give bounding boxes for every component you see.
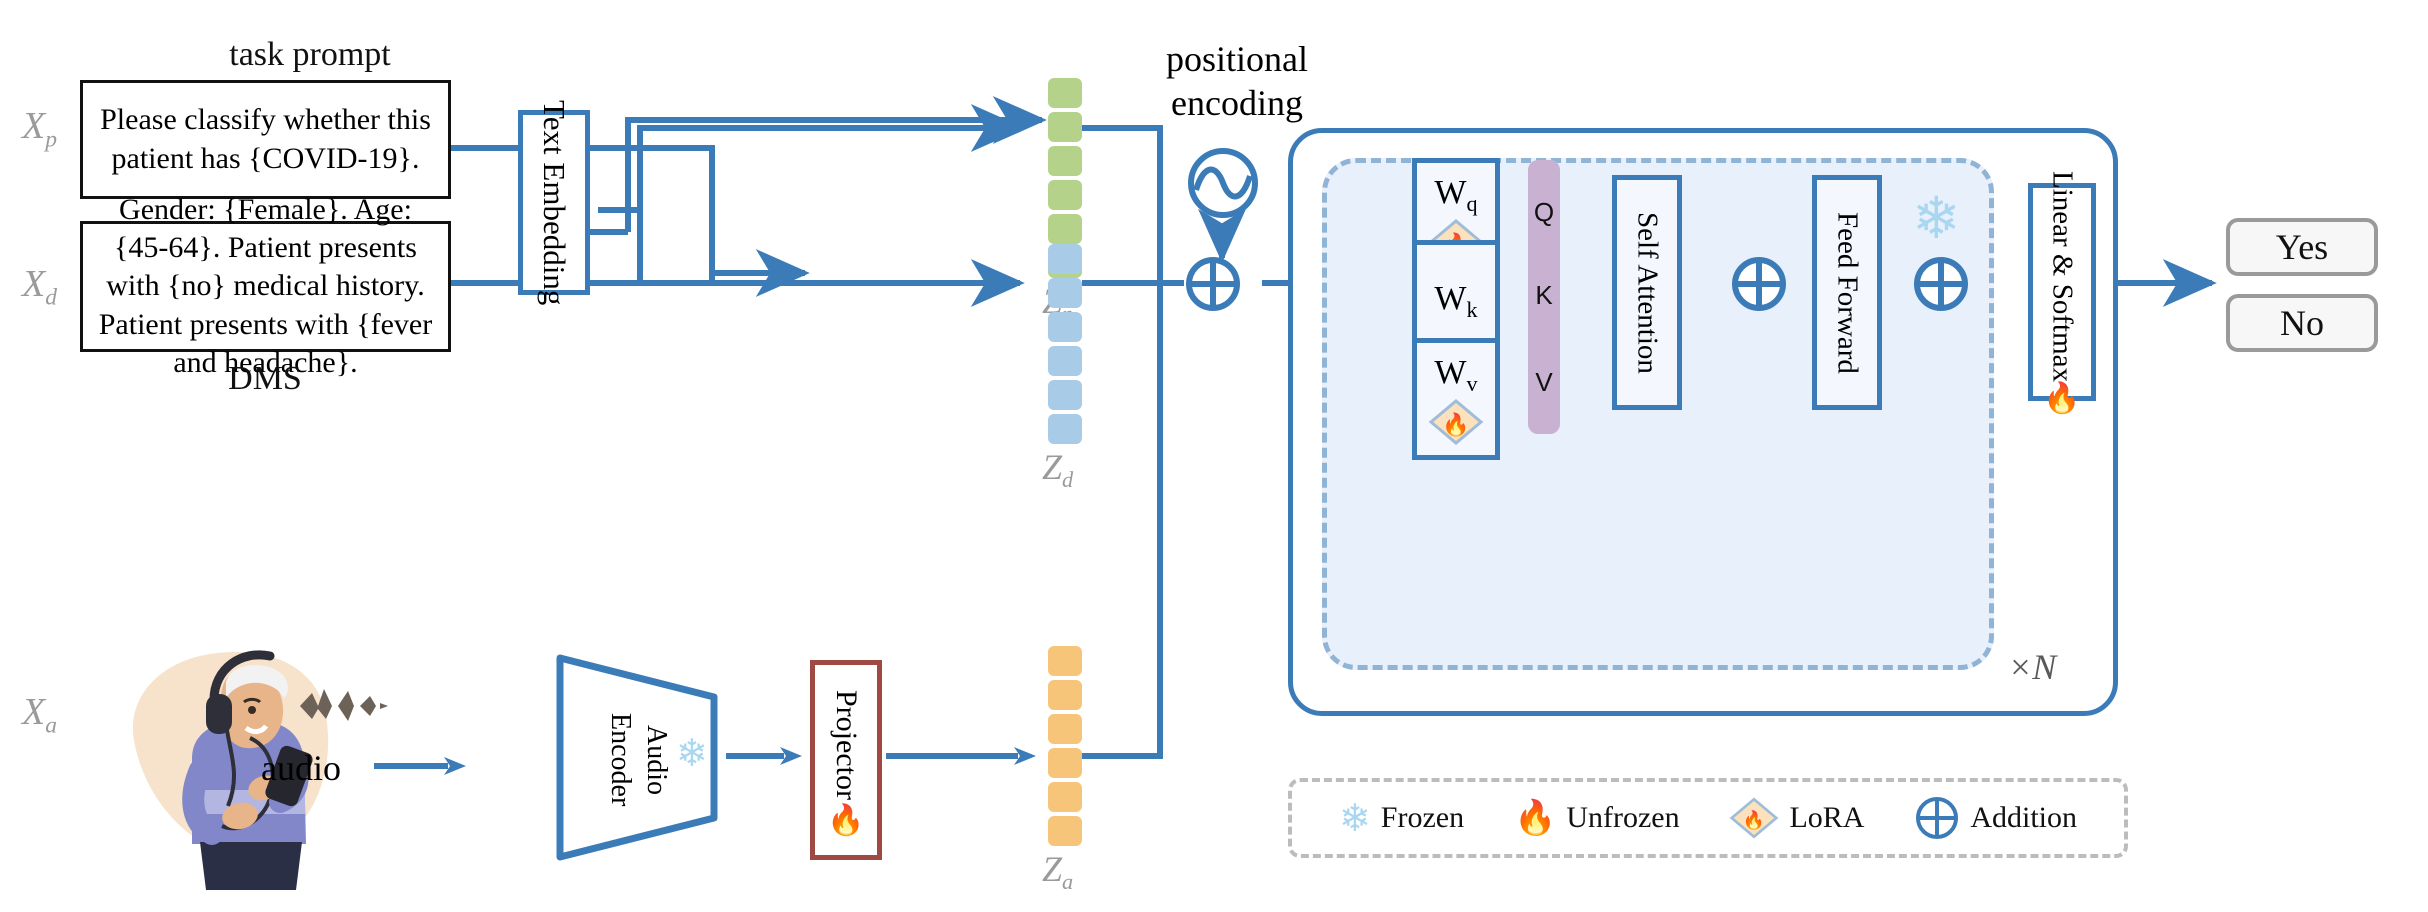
audio-variable-label: Xa xyxy=(22,690,82,739)
diagram-canvas: task prompt Xp Please classify whether t… xyxy=(0,0,2428,912)
lora-diamond-icon: 🔥 xyxy=(1729,795,1779,841)
v-label: V xyxy=(1535,366,1553,397)
description-token-subscript: d xyxy=(1062,467,1074,493)
lora-diamond-icon-wv: 🔥 xyxy=(1428,399,1484,446)
description-token xyxy=(1048,346,1082,376)
self-attention-label: Self Attention xyxy=(1631,211,1664,374)
projector-label: Projector xyxy=(830,690,863,800)
legend-item: 🔥 LoRA xyxy=(1729,795,1864,841)
positional-encoding-line2: encoding xyxy=(1171,83,1303,123)
positional-encoding-line1: positional xyxy=(1166,39,1308,80)
output-yes-pill[interactable]: Yes xyxy=(2226,218,2378,276)
audio-token xyxy=(1048,748,1082,778)
flame-icon: 🔥 xyxy=(1513,800,1557,837)
description-token xyxy=(1048,312,1082,342)
description-variable-subscript: d xyxy=(45,284,57,311)
svg-text:🔥: 🔥 xyxy=(1442,412,1469,437)
legend-panel: ❄ Frozen 🔥 Unfrozen 🔥 LoRA Addition xyxy=(1288,778,2128,858)
audio-token-letter: Z xyxy=(1042,849,1063,889)
prompt-variable-subscript: p xyxy=(45,126,57,153)
wk-letter: W xyxy=(1434,279,1467,317)
audio-token-subscript: a xyxy=(1062,869,1074,895)
feed-forward-label: Feed Forward xyxy=(1831,211,1864,374)
circled-plus-icon xyxy=(1914,795,1960,841)
task-prompt-text: Please classify whether this patient has… xyxy=(100,103,431,175)
legend-label: Unfrozen xyxy=(1566,801,1680,834)
feed-forward-block[interactable]: Feed Forward xyxy=(1812,175,1882,410)
self-attention-block[interactable]: Self Attention xyxy=(1612,175,1682,410)
legend-item: 🔥 Unfrozen xyxy=(1514,798,1680,838)
audio-variable-letter: X xyxy=(22,691,46,733)
snowflake-icon-transformer: ❄ xyxy=(1912,186,1961,251)
wv-letter: W xyxy=(1434,353,1467,391)
audio-encoder-label-line1: Audio xyxy=(641,725,672,795)
prompt-token xyxy=(1048,78,1082,108)
k-label: K xyxy=(1535,279,1553,310)
transformer-repeat-label: ×N xyxy=(2008,647,2057,687)
flame-icon-linear-softmax: 🔥 xyxy=(2043,381,2081,415)
q-label: Q xyxy=(1533,196,1555,227)
circled-plus-icon-positional xyxy=(1186,257,1240,311)
v-vector: V xyxy=(1528,330,1560,434)
audio-token xyxy=(1048,714,1082,744)
description-token xyxy=(1048,244,1082,274)
description-token-letter: Z xyxy=(1042,447,1063,487)
description-token xyxy=(1048,278,1082,308)
wq-subscript: q xyxy=(1466,190,1478,216)
prompt-variable-label: Xp xyxy=(22,104,82,153)
linear-softmax-label: Linear & Softmax xyxy=(2046,170,2079,382)
audio-input-label: audio xyxy=(261,748,341,788)
wk-subscript: k xyxy=(1466,296,1478,322)
wv-subscript: v xyxy=(1466,370,1478,396)
snowflake-icon-audio-encoder: ❄ xyxy=(676,733,708,775)
audio-to-encoder-arrow xyxy=(374,757,466,775)
flame-icon-projector: 🔥 xyxy=(827,803,865,837)
audio-encoder-label-line2: Encoder xyxy=(605,713,636,807)
description-token-stack xyxy=(1048,244,1082,444)
text-embedding-label: Text Embedding xyxy=(537,99,572,306)
dms-caption: DMS xyxy=(228,360,302,397)
legend-label: LoRA xyxy=(1789,801,1865,834)
prompt-variable-letter: X xyxy=(22,105,46,147)
description-token-label: Zd xyxy=(1042,446,1073,493)
audio-variable-subscript: a xyxy=(45,712,57,739)
prompt-token xyxy=(1048,112,1082,142)
projector-to-tokens-arrow xyxy=(886,747,1036,765)
legend-item: ❄ Frozen xyxy=(1339,796,1464,841)
prompt-token xyxy=(1048,214,1082,244)
audio-token xyxy=(1048,680,1082,710)
legend-label: Frozen xyxy=(1380,801,1465,834)
legend-label: Addition xyxy=(1970,801,2078,834)
sound-wave-icon xyxy=(300,689,388,721)
circled-plus-icon-residual-2 xyxy=(1914,257,1968,311)
audio-token xyxy=(1048,646,1082,676)
sine-wave-icon xyxy=(1188,148,1258,218)
patient-description-text: Gender: {Female}. Age: {45-64}. Patient … xyxy=(98,192,433,380)
svg-text:🔥: 🔥 xyxy=(1743,809,1765,830)
description-token xyxy=(1048,414,1082,444)
audio-token-stack xyxy=(1048,646,1082,846)
text-embedding-block[interactable]: Text Embedding xyxy=(518,100,590,305)
legend-item: Addition xyxy=(1914,795,2077,841)
prompt-token xyxy=(1048,146,1082,176)
description-variable-letter: X xyxy=(22,263,46,305)
circled-plus-icon-residual-1 xyxy=(1732,257,1786,311)
prompt-token xyxy=(1048,180,1082,210)
task-prompt-box[interactable]: Please classify whether this patient has… xyxy=(80,80,451,199)
description-variable-label: Xd xyxy=(22,262,82,311)
audio-token-label: Za xyxy=(1042,848,1073,895)
output-no-pill[interactable]: No xyxy=(2226,294,2378,352)
positional-encoding-label: positional encoding xyxy=(1122,32,1352,132)
wv-block[interactable]: Wv 🔥 xyxy=(1412,338,1500,460)
wq-letter: W xyxy=(1434,173,1467,211)
description-token xyxy=(1048,380,1082,410)
patient-description-box[interactable]: Gender: {Female}. Age: {45-64}. Patient … xyxy=(80,193,451,379)
projector-block[interactable]: Projector 🔥 xyxy=(810,660,882,860)
audio-token xyxy=(1048,816,1082,846)
encoder-to-projector-arrow xyxy=(726,747,802,765)
audio-token xyxy=(1048,782,1082,812)
task-prompt-caption: task prompt xyxy=(229,36,391,73)
linear-softmax-block[interactable]: Linear & Softmax 🔥 xyxy=(2028,171,2096,413)
snowflake-icon: ❄ xyxy=(1338,797,1371,840)
